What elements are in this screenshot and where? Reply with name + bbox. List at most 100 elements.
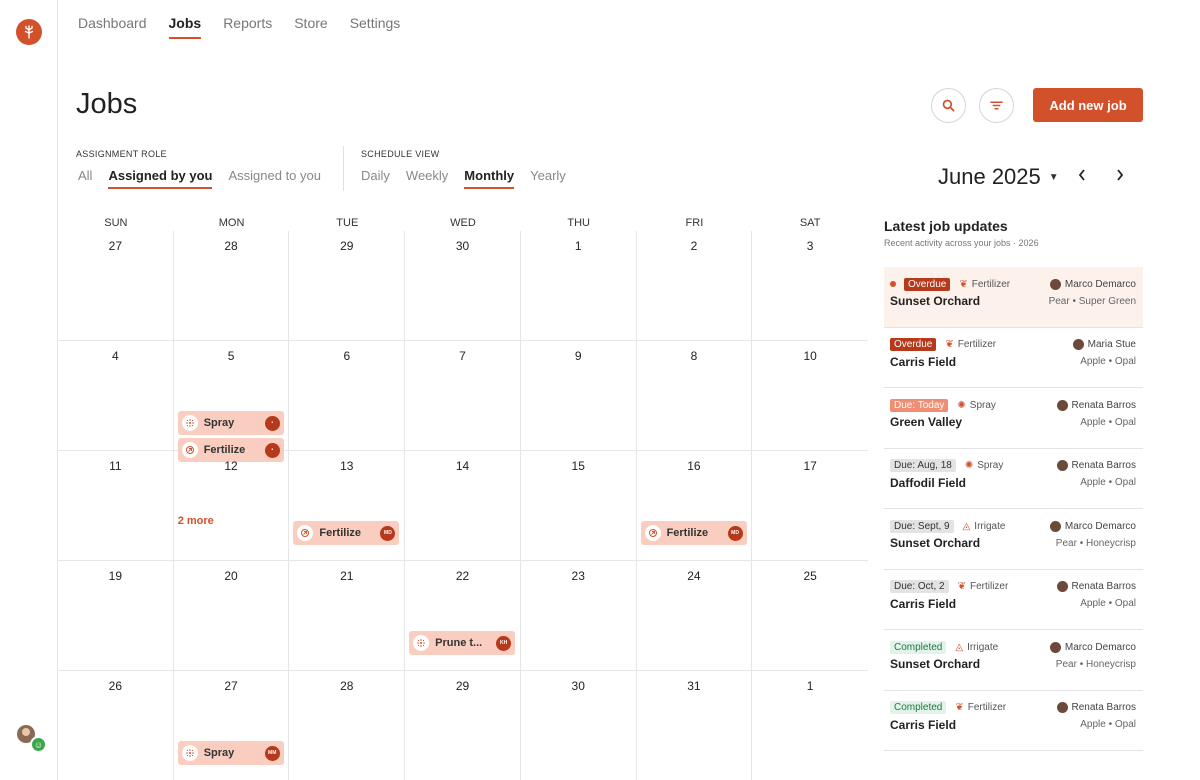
update-top-row: Overdue ❦ Fertilizer Marco Demarco: [890, 276, 1136, 292]
view-option-monthly[interactable]: Monthly: [464, 168, 515, 189]
user-avatar[interactable]: ☺: [15, 723, 47, 753]
calendar-day-cell[interactable]: 5 Spray • Fertilize •: [173, 341, 290, 462]
calendar-day-cell[interactable]: 21: [289, 561, 406, 671]
fertilize-icon: [644, 525, 661, 541]
calendar-day-cell[interactable]: 3: [752, 231, 868, 341]
calendar-day-cell[interactable]: 29: [289, 231, 406, 341]
calendar-day-cell[interactable]: 11: [58, 451, 174, 561]
role-option-assigned-by-you[interactable]: Assigned by you: [108, 168, 213, 189]
calendar-event-spray[interactable]: Prune t... KH: [409, 631, 516, 655]
calendar-day-cell[interactable]: 15: [520, 451, 637, 561]
day-number: 28: [224, 239, 238, 253]
day-number: 24: [687, 569, 701, 583]
calendar-day-cell[interactable]: 19: [58, 561, 174, 671]
month-calendar: SUN MON TUE WED THU FRI SAT 27 28 29 30 1 2 3 4 5 Spray…: [58, 213, 868, 780]
field-name: Carris Field: [890, 596, 957, 611]
updates-subtitle: Recent activity across your jobs · 2026: [884, 238, 1039, 248]
job-type: ❦ Fertilizer: [955, 702, 1006, 713]
crop-info: Apple • Opal: [1080, 356, 1136, 367]
field-name: Daffodil Field: [890, 475, 966, 490]
job-update-item[interactable]: Due: Sept, 9 ◬ Irrigate Marco Demarco Sunset…: [884, 509, 1143, 570]
assignee: Maria Stue: [1072, 339, 1136, 350]
calendar-day-cell[interactable]: 31: [637, 671, 753, 780]
calendar-day-cell[interactable]: 25: [752, 561, 868, 671]
calendar-day-cell[interactable]: 1: [752, 671, 868, 780]
next-month-button[interactable]: [1115, 168, 1125, 184]
top-navigation: Dashboard Jobs Reports Store Settings: [78, 15, 400, 39]
nav-tab-jobs[interactable]: Jobs: [168, 15, 202, 39]
calendar-day-cell[interactable]: 30: [405, 231, 521, 341]
job-update-item[interactable]: Completed ❦ Fertilizer Renata Barros Carris …: [884, 691, 1143, 751]
search-button[interactable]: [931, 88, 966, 123]
calendar-day-cell[interactable]: 1: [520, 231, 637, 341]
calendar-day-cell[interactable]: 12 2 more: [173, 451, 290, 561]
calendar-day-cell[interactable]: 28: [173, 231, 290, 341]
spray-icon: ✺: [964, 460, 974, 471]
job-update-item[interactable]: Completed ◬ Irrigate Marco Demarco Sunset Or…: [884, 630, 1143, 691]
calendar-day-cell[interactable]: 20: [173, 561, 290, 671]
calendar-day-cell[interactable]: 24: [636, 561, 753, 671]
job-update-item[interactable]: Overdue ❦ Fertilizer Maria Stue Carris Field…: [884, 328, 1143, 388]
add-new-job-button[interactable]: Add new job: [1033, 88, 1143, 122]
calendar-event-fertilize[interactable]: Fertilize MD: [640, 521, 747, 545]
role-option-assigned-to-you[interactable]: Assigned to you: [228, 168, 321, 189]
calendar-day-cell[interactable]: 13 Fertilize MD: [289, 451, 406, 561]
calendar-day-cell[interactable]: 23: [520, 561, 637, 671]
assignee-avatar: KH: [496, 635, 512, 651]
view-option-daily[interactable]: Daily: [361, 168, 390, 189]
event-label: Spray: [203, 747, 235, 759]
calendar-day-cell[interactable]: 14: [405, 451, 521, 561]
app-logo-icon[interactable]: [16, 19, 42, 45]
role-option-all[interactable]: All: [78, 168, 92, 189]
calendar-day-cell[interactable]: 17: [752, 451, 868, 561]
nav-tab-settings[interactable]: Settings: [350, 15, 401, 39]
day-number: 27: [224, 679, 238, 693]
calendar-event-spray[interactable]: Spray •: [177, 411, 284, 435]
calendar-day-cell[interactable]: 8: [636, 341, 753, 451]
calendar-day-cell[interactable]: 7: [405, 341, 521, 451]
update-bottom-row: Green Valley Apple • Opal: [890, 415, 1136, 429]
previous-month-button[interactable]: [1077, 168, 1087, 184]
irrigate-icon: ◬: [955, 641, 964, 653]
calendar-day-cell[interactable]: 2: [636, 231, 753, 341]
calendar-day-cell[interactable]: 22 Prune t... KH: [405, 561, 521, 671]
calendar-day-cell[interactable]: 6: [289, 341, 406, 451]
job-update-item[interactable]: Due: Oct, 2 ❦ Fertilizer Renata Barros Carri…: [884, 570, 1143, 630]
more-events-link[interactable]: 2 more: [178, 515, 214, 527]
nav-tab-dashboard[interactable]: Dashboard: [78, 15, 147, 39]
day-number: 29: [340, 239, 354, 253]
weekday-thu: THU: [567, 217, 590, 229]
job-update-item[interactable]: Overdue ❦ Fertilizer Marco Demarco Sunset Or…: [884, 267, 1143, 328]
calendar-day-cell[interactable]: 26: [58, 671, 174, 780]
nav-tab-reports[interactable]: Reports: [223, 15, 272, 39]
calendar-event-spray[interactable]: Spray MM: [177, 741, 284, 765]
calendar-day-cell[interactable]: 16 Fertilize MD: [636, 451, 753, 561]
job-type-label: Fertilizer: [957, 339, 997, 350]
assignee-avatar: [1049, 278, 1061, 290]
calendar-day-cell[interactable]: 9: [520, 341, 637, 451]
calendar-day-cell[interactable]: 28: [289, 671, 406, 780]
job-update-item[interactable]: Due: Aug, 18 ✺ Spray Renata Barros Daffodil …: [884, 449, 1143, 509]
calendar-day-cell[interactable]: 30: [521, 671, 637, 780]
view-option-weekly[interactable]: Weekly: [406, 168, 448, 189]
month-picker[interactable]: June 2025 ▼: [938, 164, 1059, 190]
calendar-day-cell[interactable]: 4: [58, 341, 174, 451]
caret-down-icon: ▼: [1048, 171, 1059, 183]
calendar-event-fertilize[interactable]: Fertilize MD: [293, 521, 400, 545]
job-type: ✺ Spray: [965, 460, 1004, 471]
job-type-label: Irrigate: [974, 520, 1006, 532]
day-number: 13: [340, 459, 354, 473]
view-option-yearly[interactable]: Yearly: [530, 168, 566, 189]
nav-tab-store[interactable]: Store: [294, 15, 327, 39]
assignment-role-label: ASSIGNMENT ROLE: [76, 149, 167, 159]
calendar-day-cell[interactable]: 10: [752, 341, 868, 451]
job-type: ❦ Fertilizer: [945, 339, 996, 350]
calendar-day-cell[interactable]: 27: [58, 231, 174, 341]
day-number: 30: [455, 239, 470, 253]
filter-button[interactable]: [979, 88, 1014, 123]
day-number: 1: [574, 239, 582, 253]
calendar-day-cell[interactable]: 29: [405, 671, 521, 780]
job-update-item[interactable]: Due: Today ✺ Spray Renata Barros Green Valle…: [884, 388, 1143, 449]
assignee-name: Renata Barros: [1071, 581, 1136, 592]
calendar-day-cell[interactable]: 27 Spray MM: [174, 671, 290, 780]
